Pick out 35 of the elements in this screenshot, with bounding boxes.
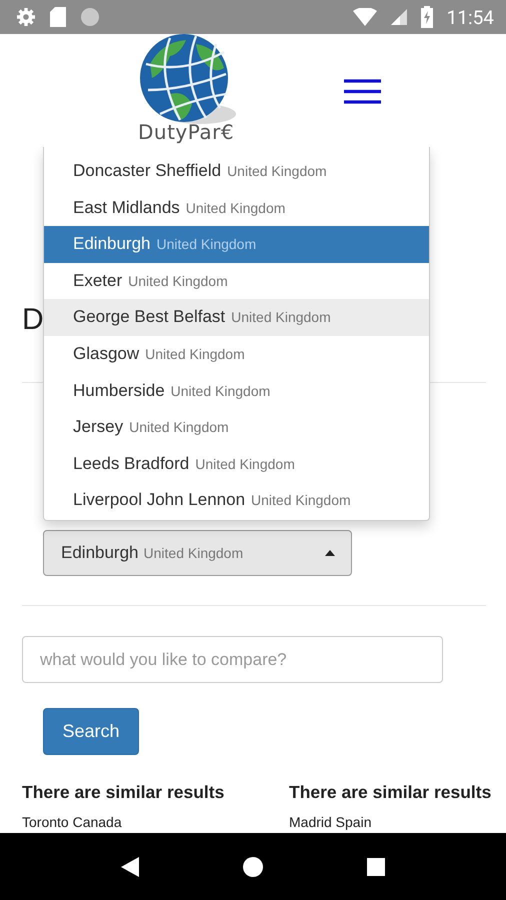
dropdown-option[interactable]: Liverpool John Lennon United Kingdom bbox=[44, 482, 429, 519]
compare-field[interactable]: what would you like to compare? bbox=[22, 636, 443, 683]
battery-icon bbox=[420, 6, 433, 28]
recents-icon bbox=[367, 858, 385, 876]
home-icon bbox=[243, 856, 263, 876]
dropdown-option[interactable]: Edinburgh United Kingdom bbox=[44, 226, 429, 263]
dropdown-option[interactable]: George Best Belfast United Kingdom bbox=[44, 299, 429, 336]
clock-time: 11:54 bbox=[446, 6, 494, 28]
back-icon bbox=[121, 856, 139, 876]
dropdown-option[interactable]: Glasgow United Kingdom bbox=[44, 336, 429, 373]
dropdown-option[interactable]: Jersey United Kingdom bbox=[44, 409, 429, 446]
menu-button[interactable] bbox=[344, 79, 381, 104]
results-heading: There are similar results bbox=[289, 781, 492, 803]
sd-card-icon bbox=[50, 7, 66, 27]
logo-text: DutyPar€ bbox=[138, 120, 234, 144]
dropdown-option[interactable]: Doncaster Sheffield United Kingdom bbox=[44, 153, 429, 190]
dropdown-option[interactable]: Exeter United Kingdom bbox=[44, 262, 429, 300]
settings-icon bbox=[16, 7, 36, 27]
result-link[interactable]: Madrid Spain bbox=[289, 814, 372, 830]
page-heading: D bbox=[22, 302, 44, 338]
dropdown-option[interactable]: Humberside United Kingdom bbox=[44, 372, 429, 410]
result-link[interactable]: Toronto Canada bbox=[22, 814, 122, 830]
results-heading: There are similar results bbox=[22, 781, 224, 803]
search-button[interactable]: Search bbox=[43, 708, 139, 755]
back-button[interactable] bbox=[121, 856, 139, 876]
caret-icon bbox=[325, 550, 335, 556]
signal-icon bbox=[390, 9, 407, 25]
wifi-icon bbox=[352, 8, 377, 26]
dropdown-option[interactable]: Leeds Bradford United Kingdom bbox=[44, 446, 429, 482]
recents-button[interactable] bbox=[367, 858, 385, 876]
dropdown-option[interactable]: East Midlands United Kingdom bbox=[44, 190, 429, 226]
airport-select[interactable]: Edinburgh United Kingdom bbox=[43, 530, 352, 576]
home-button[interactable] bbox=[243, 856, 263, 876]
circle-icon bbox=[80, 7, 100, 27]
menu-icon bbox=[344, 79, 381, 104]
